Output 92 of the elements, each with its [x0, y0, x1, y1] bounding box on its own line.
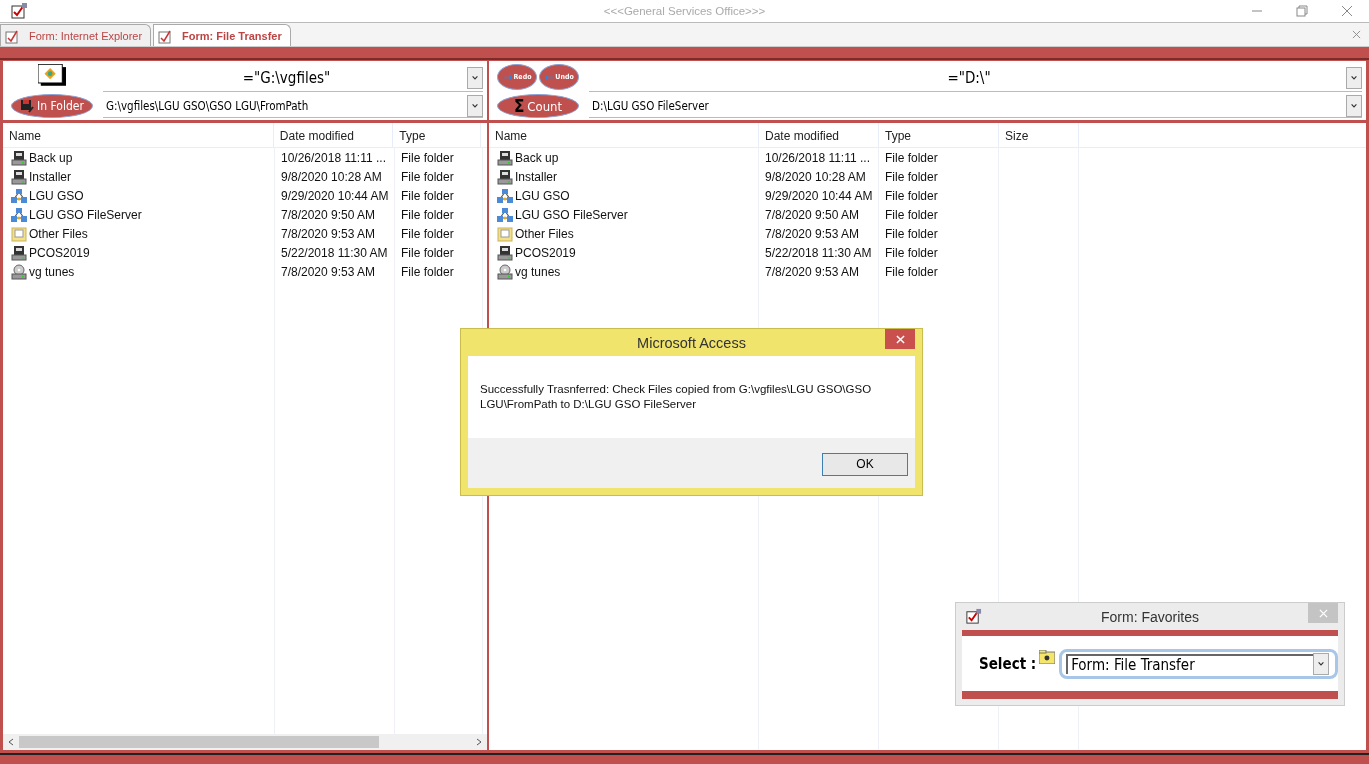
type-cell: File folder [885, 207, 938, 222]
folder-icon [11, 225, 27, 242]
type-cell: File folder [885, 226, 938, 241]
type-cell: File folder [885, 245, 938, 260]
date-cell: 10/26/2018 11:11 ... [765, 150, 870, 165]
file-name[interactable]: vg tunes [29, 264, 75, 279]
date-cell: 9/29/2020 10:44 AM [765, 188, 873, 203]
left-arrow-icon [544, 72, 555, 82]
disc-drive-icon [497, 263, 513, 280]
type-cell: File folder [885, 188, 938, 203]
type-cell: File folder [401, 188, 454, 203]
drive-icon [11, 149, 27, 166]
file-name[interactable]: Installer [29, 169, 72, 184]
date-cell: 7/8/2020 9:53 AM [281, 226, 376, 241]
close-button[interactable] [885, 329, 915, 349]
date-cell: 9/8/2020 10:28 AM [281, 169, 382, 184]
drive-icon [497, 168, 513, 185]
type-cell: File folder [401, 226, 454, 241]
path-combo[interactable]: ="G:\vgfiles" [103, 64, 483, 92]
select-label: Select : [979, 654, 1037, 673]
type-cell: File folder [401, 207, 454, 222]
file-name[interactable]: Installer [515, 169, 558, 184]
file-name[interactable]: LGU GSO [515, 188, 570, 203]
type-cell: File folder [885, 264, 938, 279]
column-header[interactable]: Date modified [273, 123, 394, 147]
count-button[interactable]: Σ Count [497, 94, 579, 118]
date-cell: 7/8/2020 9:53 AM [281, 264, 376, 279]
drive-icon [11, 244, 27, 261]
favorites-combo[interactable]: Form: File Transfer [1059, 648, 1338, 679]
column-header[interactable]: Name [3, 123, 274, 147]
file-name[interactable]: LGU GSO FileServer [29, 207, 142, 222]
date-cell: 9/29/2020 10:44 AM [281, 188, 389, 203]
network-icon [497, 187, 513, 204]
scroll-left-icon[interactable] [7, 738, 15, 746]
file-name[interactable]: Back up [29, 150, 73, 165]
date-cell: 7/8/2020 9:53 AM [765, 226, 860, 241]
dialog-message: Successfully Trasnferred: Check Files copied from G:\vgfiles\LGU GSO\GSO LGU\FromPath to D:\LGU GSO FileServer [479, 382, 873, 412]
window-title: <<<General Services Office>>> [602, 5, 767, 17]
date-cell: 7/8/2020 9:50 AM [281, 207, 376, 222]
horizontal-scrollbar[interactable] [3, 734, 487, 750]
close-icon [895, 334, 905, 344]
close-icon [1318, 608, 1328, 618]
type-cell: File folder [401, 245, 454, 260]
path-combo[interactable]: D:\LGU GSO FileServer [589, 94, 1362, 118]
right-arrow-icon [502, 72, 513, 82]
folder-icon [497, 225, 513, 242]
type-cell: File folder [885, 150, 938, 165]
window-title: Form: Favorites [1101, 608, 1199, 625]
file-name[interactable]: Other Files [515, 226, 574, 241]
type-cell: File folder [885, 169, 938, 184]
date-cell: 5/22/2018 11:30 AM [281, 245, 388, 260]
file-name[interactable]: Other Files [29, 226, 88, 241]
type-cell: File folder [401, 150, 454, 165]
path-combo[interactable]: ="D:\" [589, 64, 1362, 92]
path-combo[interactable]: G:\vgfiles\LGU GSO\GSO LGU\FromPath [103, 94, 483, 118]
file-name[interactable]: LGU GSO [29, 188, 84, 203]
folder-icon [1039, 649, 1056, 664]
file-name[interactable]: LGU GSO FileServer [515, 207, 628, 222]
column-header[interactable]: Type [879, 123, 999, 147]
network-icon [497, 206, 513, 223]
file-name[interactable]: Back up [515, 150, 559, 165]
column-header[interactable]: Type [393, 123, 481, 147]
ok-button[interactable]: OK [822, 452, 908, 476]
file-name[interactable]: PCOS2019 [515, 245, 576, 260]
type-cell: File folder [401, 264, 454, 279]
network-icon [11, 206, 27, 223]
file-name[interactable]: vg tunes [515, 264, 561, 279]
type-cell: File folder [401, 169, 454, 184]
in-folder-button[interactable]: In Folder [11, 94, 93, 118]
dialog-title: Microsoft Access [637, 334, 746, 351]
app-icon [965, 608, 982, 625]
date-cell: 10/26/2018 11:11 ... [281, 150, 386, 165]
disc-drive-icon [11, 263, 27, 280]
monitor-icon [38, 64, 66, 87]
drive-icon [497, 149, 513, 166]
close-icon[interactable] [1352, 30, 1361, 39]
date-cell: 7/8/2020 9:50 AM [765, 207, 860, 222]
form-tab[interactable]: Form: Internet Explorer [0, 24, 152, 46]
close-icon[interactable] [1341, 5, 1353, 17]
scroll-right-icon[interactable] [475, 738, 483, 746]
drive-icon [11, 168, 27, 185]
column-header[interactable]: Date modified [759, 123, 879, 147]
date-cell: 5/22/2018 11:30 AM [765, 245, 872, 260]
file-name[interactable]: PCOS2019 [29, 245, 90, 260]
form-tab[interactable]: Form: File Transfer [153, 24, 291, 46]
column-header[interactable]: Size [999, 123, 1079, 147]
date-cell: 7/8/2020 9:53 AM [765, 264, 860, 279]
network-icon [11, 187, 27, 204]
date-cell: 9/8/2020 10:28 AM [765, 169, 866, 184]
restore-icon[interactable] [1296, 5, 1308, 17]
column-header[interactable]: Name [489, 123, 759, 147]
drive-icon [497, 244, 513, 261]
